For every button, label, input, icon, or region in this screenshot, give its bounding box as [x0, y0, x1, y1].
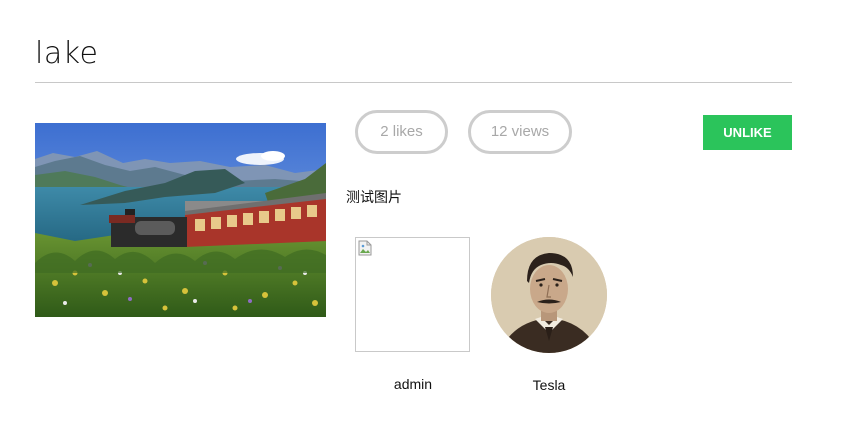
title-divider	[35, 82, 792, 83]
post-photo	[35, 123, 326, 317]
avatar	[491, 237, 607, 353]
liker-card-tesla[interactable]: Tesla	[491, 237, 607, 393]
liker-name[interactable]: Tesla	[491, 377, 607, 393]
likes-count-pill[interactable]: 2 likes	[355, 110, 448, 154]
avatar	[355, 237, 470, 352]
liker-name[interactable]: admin	[355, 376, 471, 392]
broken-image-icon	[358, 240, 372, 256]
liker-card-admin[interactable]: admin	[355, 237, 471, 392]
views-count-pill: 12 views	[468, 110, 572, 154]
post-title: lake	[35, 36, 99, 71]
post-description: 测试图片	[346, 190, 402, 206]
unlike-button[interactable]: UNLIKE	[703, 115, 792, 150]
post-page: lake 2 likes 12 views UNLIKE 测试图片 admin …	[0, 0, 855, 433]
